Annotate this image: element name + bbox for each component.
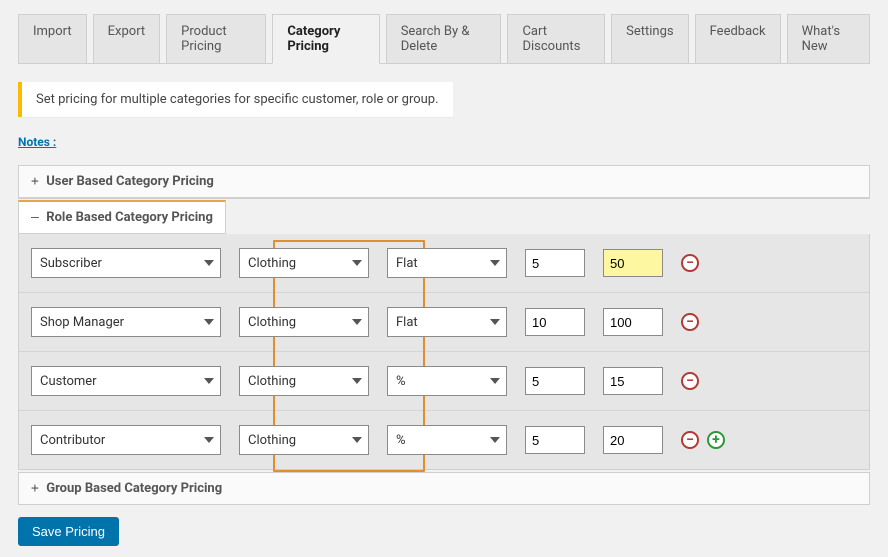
role-select[interactable]: Customer — [31, 366, 221, 396]
remove-row-button[interactable]: − — [681, 313, 699, 331]
role-value: Subscriber — [40, 256, 102, 271]
tab-search-delete[interactable]: Search By & Delete — [386, 14, 502, 63]
collapse-icon: – — [31, 210, 43, 225]
role-value: Customer — [40, 374, 97, 389]
section-role-based[interactable]: – Role Based Category Pricing — [18, 200, 226, 234]
role-rules-body: Subscriber Clothing Flat − Shop Man — [18, 234, 870, 470]
chevron-down-icon — [204, 437, 214, 443]
value-input[interactable] — [603, 367, 663, 395]
chevron-down-icon — [352, 437, 362, 443]
role-value: Contributor — [40, 433, 105, 448]
min-qty-input[interactable] — [525, 308, 585, 336]
expand-icon: + — [31, 174, 43, 189]
rule-row: Subscriber Clothing Flat − — [19, 234, 869, 293]
tab-product-pricing[interactable]: Product Pricing — [166, 14, 266, 63]
type-value: Flat — [396, 256, 418, 271]
value-input[interactable] — [603, 308, 663, 336]
type-value: Flat — [396, 315, 418, 330]
value-input[interactable] — [603, 426, 663, 454]
min-qty-input[interactable] — [525, 426, 585, 454]
min-qty-input[interactable] — [525, 249, 585, 277]
notice-banner: Set pricing for multiple categories for … — [18, 82, 453, 117]
notes-link[interactable]: Notes : — [18, 135, 56, 149]
category-value: Clothing — [248, 256, 296, 271]
role-select[interactable]: Subscriber — [31, 248, 221, 278]
chevron-down-icon — [352, 319, 362, 325]
role-select[interactable]: Shop Manager — [31, 307, 221, 337]
tab-export[interactable]: Export — [93, 14, 161, 63]
rule-row: Contributor Clothing % − + — [19, 411, 869, 469]
section-group-based[interactable]: + Group Based Category Pricing — [18, 472, 870, 505]
discount-type-select[interactable]: Flat — [387, 307, 507, 337]
discount-type-select[interactable]: Flat — [387, 248, 507, 278]
section-title: Group Based Category Pricing — [46, 481, 222, 496]
chevron-down-icon — [490, 437, 500, 443]
remove-row-button[interactable]: − — [681, 431, 699, 449]
section-title: User Based Category Pricing — [46, 174, 214, 189]
category-value: Clothing — [248, 433, 296, 448]
tab-cart-discounts[interactable]: Cart Discounts — [507, 14, 605, 63]
category-value: Clothing — [248, 315, 296, 330]
tab-feedback[interactable]: Feedback — [695, 14, 781, 63]
rule-row: Shop Manager Clothing Flat − — [19, 293, 869, 352]
chevron-down-icon — [490, 319, 500, 325]
role-select[interactable]: Contributor — [31, 425, 221, 455]
category-value: Clothing — [248, 374, 296, 389]
discount-type-select[interactable]: % — [387, 425, 507, 455]
min-qty-input[interactable] — [525, 367, 585, 395]
chevron-down-icon — [204, 260, 214, 266]
value-input[interactable] — [603, 249, 663, 277]
add-row-button[interactable]: + — [707, 431, 725, 449]
category-select[interactable]: Clothing — [239, 366, 369, 396]
discount-type-select[interactable]: % — [387, 366, 507, 396]
tab-whats-new[interactable]: What's New — [787, 14, 870, 63]
chevron-down-icon — [352, 378, 362, 384]
expand-icon: + — [31, 481, 43, 496]
category-select[interactable]: Clothing — [239, 425, 369, 455]
tab-import[interactable]: Import — [18, 14, 87, 63]
category-select[interactable]: Clothing — [239, 307, 369, 337]
chevron-down-icon — [204, 319, 214, 325]
section-user-based[interactable]: + User Based Category Pricing — [18, 165, 870, 198]
type-value: % — [396, 433, 406, 448]
chevron-down-icon — [352, 260, 362, 266]
type-value: % — [396, 374, 406, 389]
tab-bar: Import Export Product Pricing Category P… — [18, 14, 870, 64]
chevron-down-icon — [490, 378, 500, 384]
chevron-down-icon — [204, 378, 214, 384]
role-value: Shop Manager — [40, 315, 124, 330]
chevron-down-icon — [490, 260, 500, 266]
tab-settings[interactable]: Settings — [611, 14, 688, 63]
remove-row-button[interactable]: − — [681, 372, 699, 390]
remove-row-button[interactable]: − — [681, 254, 699, 272]
rule-row: Customer Clothing % − — [19, 352, 869, 411]
category-select[interactable]: Clothing — [239, 248, 369, 278]
section-title: Role Based Category Pricing — [46, 210, 213, 225]
tab-category-pricing[interactable]: Category Pricing — [272, 14, 379, 64]
save-pricing-button[interactable]: Save Pricing — [18, 517, 119, 546]
